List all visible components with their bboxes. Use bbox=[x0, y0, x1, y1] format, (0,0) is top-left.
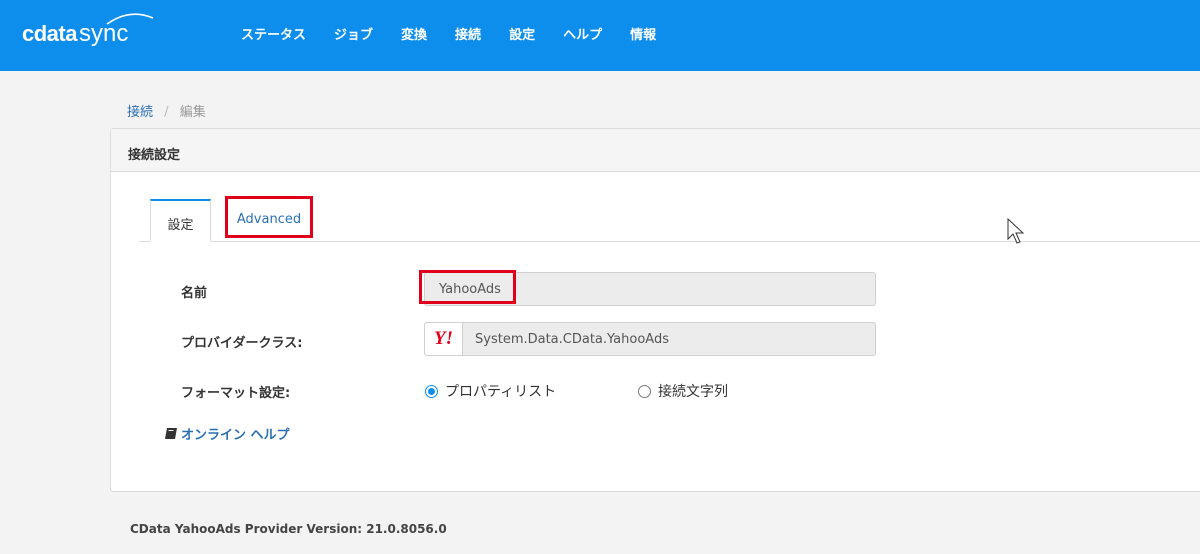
provider-class-label: プロバイダークラス: bbox=[181, 336, 303, 351]
nav-item-settings[interactable]: 設定 bbox=[509, 24, 535, 43]
format-label: フォーマット設定: bbox=[181, 386, 291, 401]
provider-class-field[interactable]: Y! System.Data.CData.YahooAds bbox=[424, 322, 876, 356]
provider-class-value: System.Data.CData.YahooAds bbox=[475, 332, 669, 347]
name-label: 名前 bbox=[181, 286, 208, 301]
mouse-cursor-icon bbox=[1007, 218, 1025, 244]
provider-version-text: CData YahooAds Provider Version: 21.0.80… bbox=[130, 522, 447, 536]
radio-unselected-icon bbox=[638, 384, 651, 398]
connection-settings-card: 接続設定 設定 Advanced 名前 YahooAds プロバイダークラス: … bbox=[110, 128, 1200, 492]
nav-item-transform[interactable]: 変換 bbox=[401, 24, 427, 43]
radio-property-list-label: プロパティリスト bbox=[445, 384, 557, 400]
breadcrumb-connections-link[interactable]: 接続 bbox=[127, 105, 153, 120]
cdata-sync-logo[interactable]: cdata sync bbox=[22, 13, 154, 54]
online-help-label: オンライン ヘルプ bbox=[181, 428, 290, 443]
radio-connection-string-label: 接続文字列 bbox=[658, 384, 728, 400]
breadcrumb-separator: / bbox=[164, 105, 169, 120]
radio-selected-icon bbox=[425, 384, 438, 398]
nav-item-status[interactable]: ステータス bbox=[241, 24, 306, 43]
yahoo-logo-text: Y! bbox=[434, 328, 453, 349]
main-nav: ステータス ジョブ 変換 接続 設定 ヘルプ 情報 bbox=[241, 24, 684, 43]
top-navbar: cdata sync ステータス ジョブ 変換 接続 設定 ヘルプ 情報 bbox=[0, 0, 1200, 71]
yahoo-logo-icon: Y! bbox=[425, 323, 463, 355]
logo-swoosh-icon bbox=[106, 13, 154, 25]
nav-item-jobs[interactable]: ジョブ bbox=[334, 24, 373, 43]
book-icon bbox=[165, 428, 177, 439]
tab-settings[interactable]: 設定 bbox=[150, 199, 211, 242]
nav-item-info[interactable]: 情報 bbox=[630, 24, 656, 43]
breadcrumb: 接続 / 編集 bbox=[127, 101, 206, 120]
nav-item-help[interactable]: ヘルプ bbox=[563, 24, 602, 43]
radio-property-list[interactable]: プロパティリスト bbox=[425, 381, 556, 401]
breadcrumb-current: 編集 bbox=[179, 105, 206, 120]
tab-advanced[interactable]: Advanced bbox=[226, 199, 312, 242]
name-field[interactable]: YahooAds bbox=[424, 272, 876, 306]
card-title: 接続設定 bbox=[111, 129, 1200, 172]
online-help-link[interactable]: オンライン ヘルプ bbox=[165, 424, 290, 443]
radio-connection-string[interactable]: 接続文字列 bbox=[638, 381, 728, 401]
name-field-value: YahooAds bbox=[439, 282, 501, 297]
logo-brand: cdata bbox=[22, 21, 77, 46]
tab-bar: 設定 Advanced bbox=[139, 199, 1200, 242]
nav-item-connections[interactable]: 接続 bbox=[455, 24, 481, 43]
